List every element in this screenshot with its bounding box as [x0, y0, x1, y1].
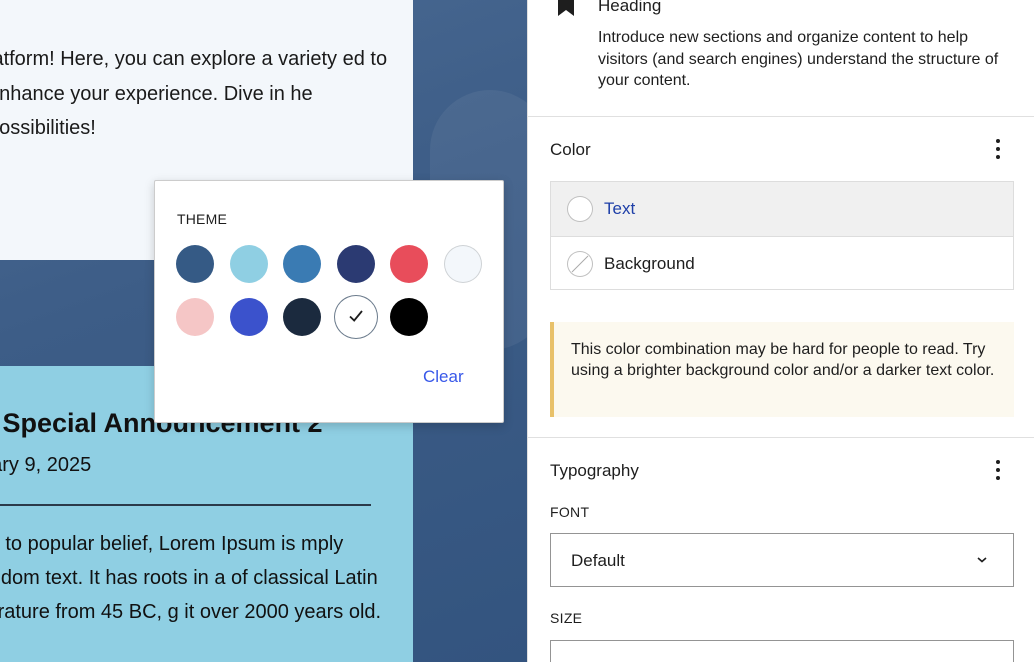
theme-label: THEME: [177, 211, 227, 227]
swatch-dark-blue[interactable]: [176, 245, 214, 283]
swatch-royal-blue[interactable]: [229, 298, 268, 336]
divider: [528, 437, 1034, 438]
swatch-red[interactable]: [390, 245, 429, 283]
settings-sidebar: Heading Introduce new sections and organ…: [527, 0, 1034, 662]
no-color-slash-icon: [571, 255, 589, 273]
swatch-off-white[interactable]: [444, 245, 482, 283]
typography-panel-title: Typography: [550, 461, 639, 480]
bookmark-icon: [558, 0, 574, 16]
typography-options-icon[interactable]: [986, 458, 1010, 482]
swatch-medium-blue[interactable]: [283, 245, 322, 283]
swatch-navy[interactable]: [336, 245, 375, 283]
swatch-pink[interactable]: [176, 298, 214, 336]
color-indicator-text: [567, 196, 593, 222]
color-item-text[interactable]: Text: [551, 182, 1013, 236]
font-select-value: Default: [571, 551, 625, 570]
size-label: SIZE: [550, 610, 583, 626]
checkmark-icon: [349, 310, 363, 322]
color-settings-list: Text Background: [550, 181, 1014, 290]
color-panel-title: Color: [550, 140, 591, 159]
announcement-body[interactable]: ary to popular belief, Lorem Ipsum is mp…: [0, 527, 382, 629]
separator-line: [0, 504, 371, 506]
font-select[interactable]: Default: [550, 533, 1014, 587]
swatch-white[interactable]: [336, 298, 375, 336]
contrast-warning-text: This color combination may be hard for p…: [571, 341, 995, 379]
color-options-icon[interactable]: [986, 137, 1010, 161]
block-description: Introduce new sections and organize cont…: [598, 29, 999, 89]
font-label: FONT: [550, 504, 590, 520]
color-indicator-background: [567, 251, 593, 277]
swatch-dark-navy[interactable]: [283, 298, 322, 336]
divider: [528, 116, 1034, 117]
intro-paragraph[interactable]: latform! Here, you can explore a variety…: [0, 42, 388, 146]
announcement-date: uary 9, 2025: [0, 454, 92, 476]
color-item-background-label: Background: [604, 254, 695, 273]
block-title: Heading: [598, 0, 662, 15]
swatch-light-blue[interactable]: [229, 245, 268, 283]
contrast-warning-notice: This color combination may be hard for p…: [550, 322, 1014, 417]
color-item-background[interactable]: Background: [551, 237, 1013, 291]
color-item-text-label: Text: [604, 199, 636, 218]
size-input[interactable]: [550, 640, 1014, 662]
chevron-down-icon: [977, 557, 987, 563]
clear-button[interactable]: Clear: [423, 367, 464, 387]
swatch-black[interactable]: [390, 298, 429, 336]
color-picker-popover: THEME Clear: [154, 180, 504, 423]
